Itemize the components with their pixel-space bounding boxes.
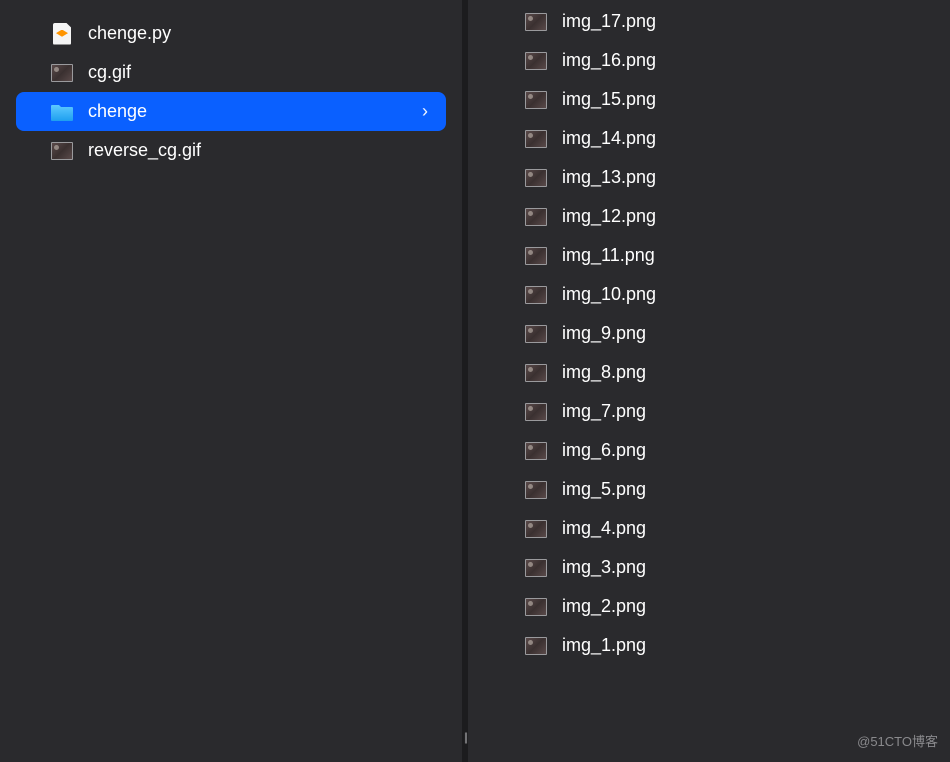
image-file-icon — [50, 62, 74, 84]
file-item-label: img_14.png — [562, 128, 656, 149]
image-file-icon — [524, 635, 548, 657]
file-item[interactable]: img_16.png — [468, 41, 950, 80]
folder-icon — [50, 101, 74, 123]
image-file-icon — [524, 128, 548, 150]
file-item[interactable]: img_1.png — [468, 626, 950, 665]
file-item[interactable]: img_7.png — [468, 392, 950, 431]
file-item-label: chenge — [88, 101, 422, 122]
image-file-icon — [524, 50, 548, 72]
left-panel: chenge.py cg.gif chenge› reverse_cg.gif — [0, 0, 462, 762]
file-item[interactable]: img_6.png — [468, 431, 950, 470]
chevron-right-icon: › — [422, 101, 428, 122]
file-item[interactable]: cg.gif — [16, 53, 446, 92]
file-item-label: img_8.png — [562, 362, 646, 383]
file-item[interactable]: reverse_cg.gif — [16, 131, 446, 170]
file-browser: chenge.pycg.gifchenge›reverse_cg.gif || … — [0, 0, 950, 762]
image-file-icon — [524, 479, 548, 501]
image-file-icon — [524, 11, 548, 33]
panel-divider[interactable]: || — [462, 0, 468, 762]
file-item-label: img_9.png — [562, 323, 646, 344]
file-item-label: img_15.png — [562, 89, 656, 110]
file-item[interactable]: img_4.png — [468, 509, 950, 548]
python-file-icon — [50, 23, 74, 45]
image-file-icon — [524, 440, 548, 462]
image-file-icon — [50, 140, 74, 162]
file-item-label: chenge.py — [88, 23, 428, 44]
file-item[interactable]: img_2.png — [468, 587, 950, 626]
image-file-icon — [524, 362, 548, 384]
file-item[interactable]: img_9.png — [468, 314, 950, 353]
file-item-label: img_13.png — [562, 167, 656, 188]
image-file-icon — [524, 245, 548, 267]
right-panel: img_17.png img_16.png img_15.png img_14.png… — [468, 0, 950, 762]
file-item-label: img_4.png — [562, 518, 646, 539]
file-item[interactable]: img_11.png — [468, 236, 950, 275]
image-file-icon — [524, 596, 548, 618]
file-item[interactable]: img_17.png — [468, 2, 950, 41]
file-item-label: img_2.png — [562, 596, 646, 617]
file-item[interactable]: img_13.png — [468, 158, 950, 197]
image-file-icon — [524, 284, 548, 306]
file-item[interactable]: img_12.png — [468, 197, 950, 236]
file-item-label: img_11.png — [562, 245, 655, 266]
image-file-icon — [524, 89, 548, 111]
file-item[interactable]: img_3.png — [468, 548, 950, 587]
file-item-label: img_12.png — [562, 206, 656, 227]
file-item[interactable]: img_8.png — [468, 353, 950, 392]
file-item-label: img_10.png — [562, 284, 656, 305]
file-item-label: img_7.png — [562, 401, 646, 422]
watermark-text: @51CTO博客 — [857, 731, 938, 750]
file-item-label: reverse_cg.gif — [88, 140, 428, 161]
file-item-label: img_3.png — [562, 557, 646, 578]
file-item[interactable]: img_15.png — [468, 80, 950, 119]
file-item-label: img_1.png — [562, 635, 646, 656]
image-file-icon — [524, 401, 548, 423]
divider-handle-icon: || — [464, 730, 466, 744]
file-item[interactable]: chenge.py — [16, 14, 446, 53]
file-item[interactable]: img_5.png — [468, 470, 950, 509]
image-file-icon — [524, 167, 548, 189]
file-item[interactable]: img_14.png — [468, 119, 950, 158]
file-item-label: img_16.png — [562, 50, 656, 71]
file-item[interactable]: chenge› — [16, 92, 446, 131]
image-file-icon — [524, 323, 548, 345]
file-item-label: img_6.png — [562, 440, 646, 461]
file-item-label: img_5.png — [562, 479, 646, 500]
image-file-icon — [524, 518, 548, 540]
image-file-icon — [524, 206, 548, 228]
image-file-icon — [524, 557, 548, 579]
file-item-label: img_17.png — [562, 11, 656, 32]
file-item-label: cg.gif — [88, 62, 428, 83]
file-item[interactable]: img_10.png — [468, 275, 950, 314]
